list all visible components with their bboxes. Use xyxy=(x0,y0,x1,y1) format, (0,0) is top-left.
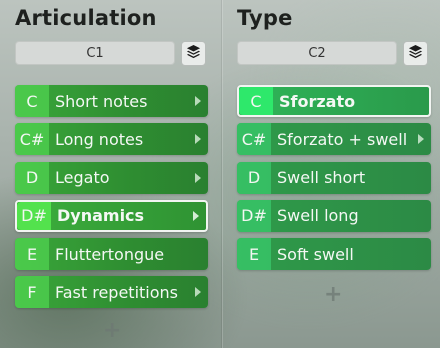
note-key: C xyxy=(15,85,49,117)
note-key: E xyxy=(237,238,271,271)
articulation-item[interactable]: D Legato xyxy=(15,161,208,194)
note-key: E xyxy=(15,238,49,271)
item-label: Soft swell xyxy=(277,244,354,264)
type-title: Type xyxy=(237,6,293,30)
note-key: D xyxy=(15,161,49,194)
note-key: D# xyxy=(17,201,51,230)
chevron-right-icon[interactable] xyxy=(188,210,204,221)
note-key: D xyxy=(237,161,271,194)
type-item[interactable]: E Soft swell xyxy=(237,238,431,271)
type-item[interactable]: D Swell short xyxy=(237,161,431,194)
item-label: Long notes xyxy=(55,129,144,149)
articulation-item[interactable]: E Fluttertongue xyxy=(15,238,208,271)
item-label: Fast repetitions xyxy=(55,282,179,302)
add-type-button[interactable]: + xyxy=(324,282,342,307)
add-articulation-button[interactable]: + xyxy=(103,318,121,343)
note-key: C# xyxy=(15,123,49,156)
item-label: Sforzato + swell xyxy=(277,129,408,149)
type-layers-button[interactable] xyxy=(403,41,428,66)
type-item-selected[interactable]: C Sforzato xyxy=(237,85,431,117)
item-label: Sforzato xyxy=(279,91,356,111)
note-key: F xyxy=(15,276,49,309)
articulation-item[interactable]: C Short notes xyxy=(15,85,208,117)
item-label: Short notes xyxy=(55,91,148,111)
item-label: Swell long xyxy=(277,206,359,226)
item-label: Legato xyxy=(55,168,110,188)
item-label: Dynamics xyxy=(57,206,145,226)
note-key: D# xyxy=(237,199,271,232)
articulation-layers-button[interactable] xyxy=(181,41,206,66)
articulation-item[interactable]: F Fast repetitions xyxy=(15,276,208,309)
item-label: Fluttertongue xyxy=(55,244,165,264)
note-key: C xyxy=(239,87,273,115)
type-item[interactable]: D# Swell long xyxy=(237,199,431,232)
articulation-item-selected[interactable]: D# Dynamics xyxy=(15,199,208,232)
type-list: C Sforzato C# Sforzato + swell D Swell s… xyxy=(237,85,431,276)
chevron-right-icon[interactable] xyxy=(413,134,429,145)
articulation-list: C Short notes C# Long notes D Legato D# … xyxy=(15,85,208,315)
chevron-right-icon[interactable] xyxy=(190,172,206,183)
articulation-item[interactable]: C# Long notes xyxy=(15,123,208,156)
articulation-title: Articulation xyxy=(15,6,157,30)
articulation-column: Articulation C1 C Short notes C# Long no… xyxy=(0,0,222,348)
item-label: Swell short xyxy=(277,168,366,188)
chevron-right-icon[interactable] xyxy=(190,134,206,145)
type-item[interactable]: C# Sforzato + swell xyxy=(237,123,431,156)
articulation-slot-field[interactable]: C1 xyxy=(15,41,175,65)
layers-icon xyxy=(186,44,201,63)
chevron-right-icon[interactable] xyxy=(190,96,206,106)
note-key: C# xyxy=(237,123,271,156)
chevron-right-icon[interactable] xyxy=(190,287,206,298)
type-column: Type C2 C Sforzato C# Sforzato + swell D… xyxy=(222,0,440,348)
type-slot-field[interactable]: C2 xyxy=(237,41,397,65)
layers-icon xyxy=(408,44,423,63)
